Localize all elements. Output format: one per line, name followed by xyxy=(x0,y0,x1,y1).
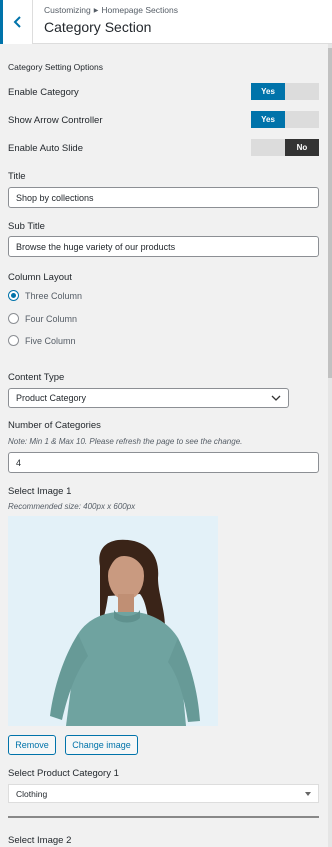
radio-dot[interactable] xyxy=(8,290,19,301)
change-image-button[interactable]: Change image xyxy=(65,735,138,755)
scrollbar-thumb[interactable] xyxy=(328,48,332,378)
toggle-yes[interactable] xyxy=(251,139,285,156)
page-title: Category Section xyxy=(44,19,152,35)
toggle-yes[interactable]: Yes xyxy=(251,111,285,128)
subtitle-input[interactable]: Browse the huge variety of our products xyxy=(8,236,319,257)
product-category1-select[interactable]: Clothing xyxy=(8,784,319,803)
toggle-yes[interactable]: Yes xyxy=(251,83,285,100)
radio-label: Three Column xyxy=(25,290,83,301)
product-category1-value: Clothing xyxy=(16,788,48,799)
show-arrow-controller-toggle[interactable]: Yes xyxy=(251,111,319,128)
radio-five-column[interactable]: Five Column xyxy=(8,335,76,346)
radio-four-column[interactable]: Four Column xyxy=(8,313,77,324)
breadcrumb-separator-icon: ▶ xyxy=(93,8,99,14)
radio-dot[interactable] xyxy=(8,335,19,346)
remove-image-button[interactable]: Remove xyxy=(8,735,56,755)
woman-photo xyxy=(8,516,218,726)
toggle-no[interactable] xyxy=(285,83,319,100)
subtitle-label: Sub Title xyxy=(8,221,45,232)
chevron-down-icon xyxy=(271,395,281,401)
radio-three-column[interactable]: Three Column xyxy=(8,290,82,301)
content-type-label: Content Type xyxy=(8,372,65,383)
num-categories-label: Number of Categories xyxy=(8,420,101,431)
image2-label: Select Image 2 xyxy=(8,835,72,846)
title-input[interactable]: Shop by collections xyxy=(8,187,319,208)
radio-label: Five Column xyxy=(25,335,76,346)
content-type-value: Product Category xyxy=(16,393,87,403)
radio-label: Four Column xyxy=(25,313,78,324)
toggle-no[interactable]: No xyxy=(285,139,319,156)
num-categories-note: Note: Min 1 & Max 10. Please refresh the… xyxy=(8,437,243,446)
column-layout-label: Column Layout xyxy=(8,272,72,283)
enable-category-toggle[interactable]: Yes xyxy=(251,83,319,100)
toggle-label-auto-slide: Enable Auto Slide xyxy=(8,143,84,154)
product-category1-label: Select Product Category 1 xyxy=(8,768,119,779)
toggle-no[interactable] xyxy=(285,111,319,128)
radio-dot[interactable] xyxy=(8,313,19,324)
breadcrumb: Customizing ▶ Homepage Sections xyxy=(44,5,178,15)
enable-auto-slide-toggle[interactable]: No xyxy=(251,139,319,156)
settings-heading: Category Setting Options xyxy=(8,62,103,72)
title-label: Title xyxy=(8,171,26,182)
back-button[interactable] xyxy=(0,0,33,44)
section-divider xyxy=(8,816,319,818)
chevron-left-icon xyxy=(13,16,21,28)
content-type-select[interactable]: Product Category xyxy=(8,388,289,408)
toggle-label-enable-category: Enable Category xyxy=(8,87,79,98)
image1-label: Select Image 1 xyxy=(8,486,72,497)
customizer-header: Customizing ▶ Homepage Sections Category S… xyxy=(0,0,332,44)
toggle-label-show-arrow: Show Arrow Controller xyxy=(8,115,103,126)
num-categories-input[interactable]: 4 xyxy=(8,452,319,473)
image1-preview xyxy=(8,516,218,726)
dropdown-arrow-icon xyxy=(305,792,311,796)
image1-note: Recommended size: 400px x 600px xyxy=(8,502,136,511)
breadcrumb-parent: Homepage Sections xyxy=(101,5,178,15)
breadcrumb-root: Customizing xyxy=(44,5,91,15)
